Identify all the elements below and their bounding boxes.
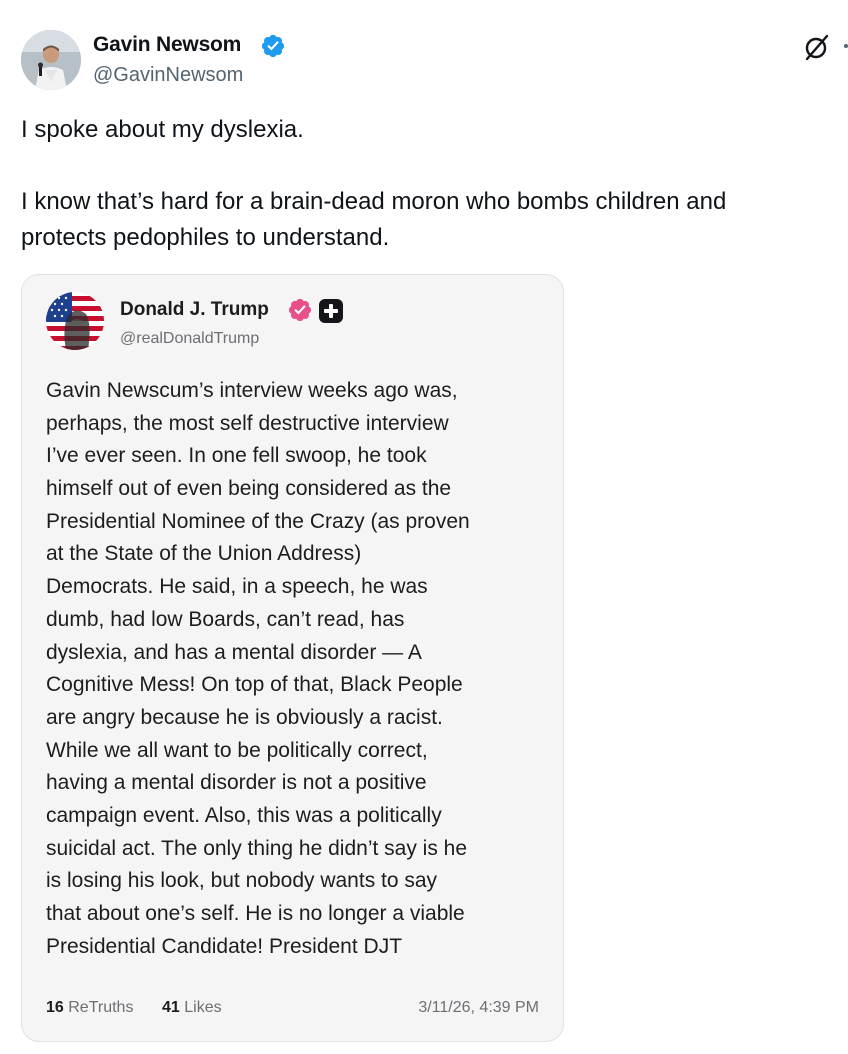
quoted-body-line: While we all want to be politically corr… (46, 738, 428, 762)
retruths-stat[interactable]: 16 ReTruths (46, 999, 133, 1017)
quoted-body-line: I’ve ever seen. In one fell swoop, he to… (46, 444, 427, 468)
quoted-body-line: himself out of even being considered as … (46, 477, 452, 501)
grok-icon[interactable] (802, 32, 832, 62)
post-timestamp[interactable]: 3/11/26, 4:39 PM (418, 999, 539, 1017)
tweet-text-line: protects pedophiles to understand. (21, 224, 390, 251)
author-avatar[interactable] (21, 30, 81, 90)
quoted-author-name[interactable]: Donald J. Trump (120, 299, 269, 321)
quoted-body-line: Presidential Nominee of the Crazy (as pr… (46, 509, 470, 533)
quoted-body-line: are angry because he is obviously a raci… (46, 705, 443, 729)
verified-check-icon (288, 298, 312, 322)
retruths-label: ReTruths (68, 999, 134, 1016)
quoted-body-line: campaign event. Also, this was a politic… (46, 803, 442, 827)
quoted-body-line: having a mental disorder is not a positi… (46, 771, 427, 795)
quoted-author-handle[interactable]: @realDonaldTrump (120, 330, 259, 348)
quoted-body-line: suicidal act. The only thing he didn’t s… (46, 836, 468, 860)
quoted-body-line: perhaps, the most self destructive inter… (46, 411, 449, 435)
more-options-icon[interactable] (844, 44, 848, 48)
likes-stat[interactable]: 41 Likes (162, 999, 222, 1017)
author-handle[interactable]: @GavinNewsom (93, 64, 243, 87)
quoted-body-line: Gavin Newscum’s interview weeks ago was, (46, 379, 458, 402)
quoted-post-body: Gavin Newscum’s interview weeks ago was,… (46, 375, 556, 963)
quoted-body-line: that about one’s self. He is no longer a… (46, 902, 465, 925)
quoted-post-card[interactable]: Donald J. Trump @realDonaldTrump Gavin N… (21, 274, 564, 1042)
quoted-body-line: Cognitive Mess! On top of that, Black Pe… (46, 673, 463, 697)
quoted-body-line: Democrats. He said, in a speech, he was (46, 575, 428, 599)
tweet-text-line: I spoke about my dyslexia. (21, 116, 304, 143)
quoted-body-line: dyslexia, and has a mental disorder — A (46, 640, 422, 664)
plus-icon (319, 299, 343, 323)
tweet: Gavin Newsom @GavinNewsom I spoke about … (0, 0, 848, 1054)
quoted-body-line: is losing his look, but nobody wants to … (46, 869, 438, 893)
verified-check-icon (261, 34, 285, 58)
retruths-count: 16 (46, 999, 64, 1016)
likes-count: 41 (162, 999, 180, 1016)
likes-label: Likes (184, 999, 222, 1016)
quoted-body-line: at the State of the Union Address) (46, 542, 362, 566)
author-name[interactable]: Gavin Newsom (93, 33, 241, 57)
quoted-body-line: dumb, had low Boards, can’t read, has (46, 607, 405, 631)
quoted-author-avatar[interactable] (46, 292, 104, 350)
quoted-body-line: Presidential Candidate! President DJT (46, 934, 403, 958)
tweet-text-line: I know that’s hard for a brain-dead moro… (21, 188, 727, 215)
